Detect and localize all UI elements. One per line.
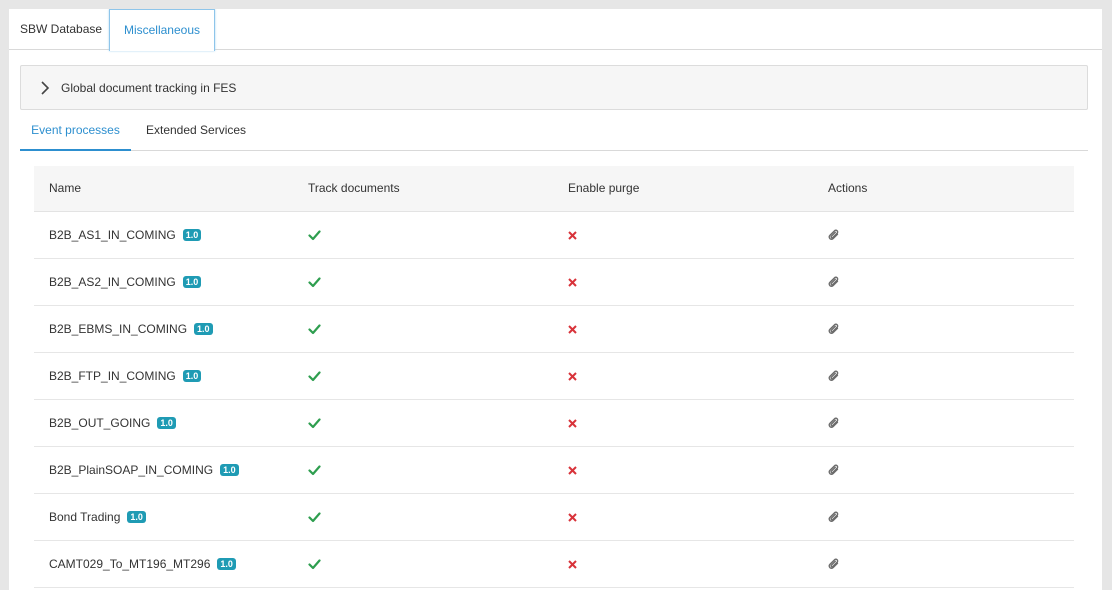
table-row: B2B_AS1_IN_COMING 1.0	[34, 212, 1074, 259]
version-badge: 1.0	[127, 511, 146, 523]
track-documents-cell	[308, 306, 321, 352]
table-row: Bond Trading 1.0	[34, 494, 1074, 541]
check-icon	[308, 370, 321, 381]
chevron-right-icon	[41, 81, 50, 95]
enable-purge-cell	[568, 447, 577, 493]
version-badge: 1.0	[157, 417, 176, 429]
process-name: B2B_FTP_IN_COMING	[49, 369, 176, 383]
version-badge: 1.0	[217, 558, 236, 570]
header-enable-purge: Enable purge	[568, 181, 640, 195]
cross-icon	[568, 277, 577, 287]
track-documents-cell	[308, 541, 321, 587]
row-name-cell: B2B_AS1_IN_COMING 1.0	[49, 212, 202, 258]
sub-tab-bar: Event processes Extended Services	[20, 113, 1088, 151]
check-icon	[308, 229, 321, 240]
process-name: B2B_PlainSOAP_IN_COMING	[49, 463, 214, 477]
actions-cell	[828, 259, 840, 305]
header-actions: Actions	[828, 181, 868, 195]
track-documents-cell	[308, 447, 321, 493]
row-name-cell: Bond Trading 1.0	[49, 494, 146, 540]
process-name: B2B_EBMS_IN_COMING	[49, 322, 188, 336]
cross-icon	[568, 418, 577, 428]
check-icon	[308, 464, 321, 475]
cross-icon	[568, 465, 577, 475]
version-badge: 1.0	[182, 229, 202, 241]
table-row: CAMT029_To_MT196_MT296 1.0	[34, 541, 1074, 588]
accordion-global-document-tracking[interactable]: Global document tracking in FES	[20, 65, 1088, 110]
process-name: CAMT029_To_MT196_MT296	[49, 557, 211, 571]
enable-purge-cell	[568, 400, 577, 446]
row-name-cell: B2B_FTP_IN_COMING 1.0	[49, 353, 202, 399]
version-badge: 1.0	[194, 323, 213, 335]
process-name: Bond Trading	[49, 510, 121, 524]
check-icon	[308, 276, 321, 287]
tab-miscellaneous[interactable]: Miscellaneous	[109, 9, 215, 51]
track-documents-cell	[308, 212, 321, 258]
actions-cell	[828, 353, 840, 399]
cross-icon	[568, 324, 577, 334]
check-icon	[308, 417, 321, 428]
tab-extended-services[interactable]: Extended Services	[146, 113, 246, 151]
row-name-cell: B2B_OUT_GOING 1.0	[49, 400, 176, 446]
actions-cell	[828, 306, 840, 352]
table-row: B2B_FTP_IN_COMING 1.0	[34, 353, 1074, 400]
enable-purge-cell	[568, 259, 577, 305]
row-name-cell: B2B_EBMS_IN_COMING 1.0	[49, 306, 213, 352]
header-name: Name	[49, 181, 82, 195]
process-name: B2B_OUT_GOING	[49, 416, 151, 430]
table-row: B2B_EBMS_IN_COMING 1.0	[34, 306, 1074, 353]
cross-icon	[568, 230, 577, 240]
top-tab-bar: SBW Database Miscellaneous	[9, 9, 1102, 51]
track-documents-cell	[308, 259, 321, 305]
cross-icon	[568, 559, 577, 569]
accordion-title: Global document tracking in FES	[61, 81, 237, 95]
paperclip-icon[interactable]	[828, 322, 840, 336]
table-header: Name Track documents Enable purge Action…	[34, 166, 1074, 212]
app-frame: SBW Database Miscellaneous Global docume…	[9, 9, 1102, 590]
row-name-cell: CAMT029_To_MT196_MT296 1.0	[49, 541, 236, 587]
enable-purge-cell	[568, 306, 577, 352]
table-row: B2B_AS2_IN_COMING 1.0	[34, 259, 1074, 306]
paperclip-icon[interactable]	[828, 416, 840, 430]
enable-purge-cell	[568, 494, 577, 540]
check-icon	[308, 511, 321, 522]
enable-purge-cell	[568, 353, 577, 399]
row-name-cell: B2B_PlainSOAP_IN_COMING 1.0	[49, 447, 239, 493]
paperclip-icon[interactable]	[828, 228, 840, 242]
header-track-documents: Track documents	[308, 181, 400, 195]
version-badge: 1.0	[220, 464, 239, 476]
actions-cell	[828, 447, 840, 493]
paperclip-icon[interactable]	[828, 463, 840, 477]
actions-cell	[828, 541, 840, 587]
cross-icon	[568, 512, 577, 522]
track-documents-cell	[308, 494, 321, 540]
process-name: B2B_AS1_IN_COMING	[49, 228, 176, 242]
cross-icon	[568, 371, 577, 381]
row-name-cell: B2B_AS2_IN_COMING 1.0	[49, 259, 202, 305]
track-documents-cell	[308, 353, 321, 399]
actions-cell	[828, 212, 840, 258]
actions-cell	[828, 400, 840, 446]
paperclip-icon[interactable]	[828, 369, 840, 383]
enable-purge-cell	[568, 541, 577, 587]
enable-purge-cell	[568, 212, 577, 258]
paperclip-icon[interactable]	[828, 510, 840, 524]
check-icon	[308, 558, 321, 569]
check-icon	[308, 323, 321, 334]
paperclip-icon[interactable]	[828, 557, 840, 571]
table-body: B2B_AS1_IN_COMING 1.0 B2B_AS2_IN_COMING 1.0…	[34, 212, 1074, 588]
tab-sbw-database[interactable]: SBW Database	[9, 9, 113, 50]
track-documents-cell	[308, 400, 321, 446]
tab-event-processes[interactable]: Event processes	[20, 113, 131, 151]
version-badge: 1.0	[182, 276, 202, 288]
table-row: B2B_PlainSOAP_IN_COMING 1.0	[34, 447, 1074, 494]
paperclip-icon[interactable]	[828, 275, 840, 289]
actions-cell	[828, 494, 840, 540]
process-name: B2B_AS2_IN_COMING	[49, 275, 176, 289]
version-badge: 1.0	[182, 370, 202, 382]
event-processes-table: Name Track documents Enable purge Action…	[34, 166, 1074, 588]
table-row: B2B_OUT_GOING 1.0	[34, 400, 1074, 447]
